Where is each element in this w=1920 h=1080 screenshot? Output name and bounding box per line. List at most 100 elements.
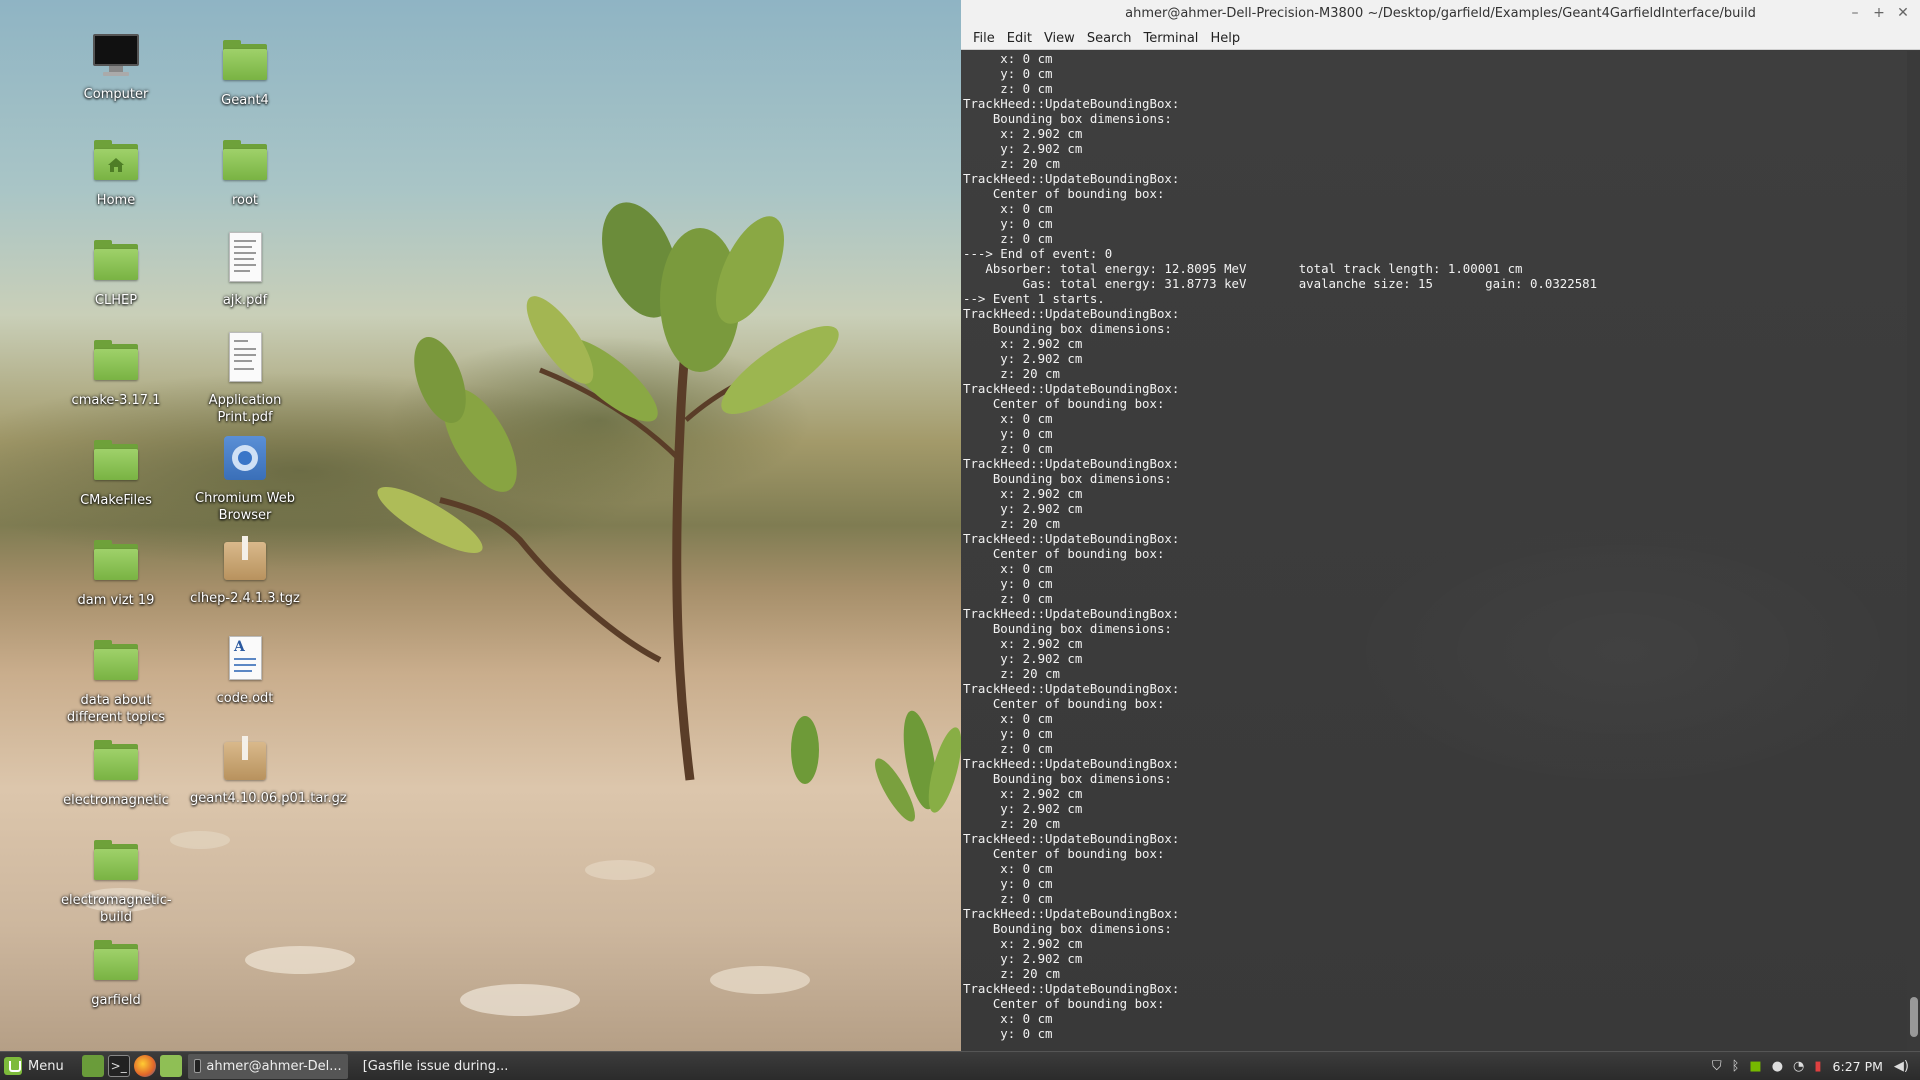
computer-icon [91, 32, 141, 78]
mint-logo-icon [4, 1057, 22, 1075]
desktop-icon-root[interactable]: root [185, 138, 305, 209]
terminal-line: --> Event 1 starts. [963, 291, 1105, 306]
desktop-icon-cmake[interactable]: cmake-3.17.1 [56, 338, 176, 409]
task-label: [Gasfile issue during... [362, 1058, 509, 1074]
terminal-line: z: 0 cm [963, 81, 1053, 96]
close-button[interactable]: ✕ [1892, 0, 1914, 28]
terminal-line: y: 2.902 cm [963, 951, 1083, 966]
menu-view[interactable]: View [1038, 28, 1081, 50]
terminal-menubar: File Edit View Search Terminal Help [961, 28, 1920, 50]
terminal-line: z: 0 cm [963, 741, 1053, 756]
desktop-icon-geant4-tar[interactable]: geant4.10.06.p01.tar.gz [185, 736, 347, 807]
user-icon[interactable]: ● [1772, 1059, 1783, 1074]
terminal-line: Gas: total energy: 31.8773 keV avalanche… [963, 276, 1598, 291]
desktop-icon-label: Geant4 [221, 93, 269, 108]
bluetooth-icon[interactable]: ᛒ [1732, 1059, 1740, 1074]
menu-search[interactable]: Search [1081, 28, 1138, 50]
terminal-line: x: 2.902 cm [963, 336, 1083, 351]
show-desktop-icon[interactable] [81, 1055, 104, 1077]
folder-icon [91, 738, 141, 784]
menu-file[interactable]: File [967, 28, 1001, 50]
shield-icon[interactable]: ⛉ [1712, 1059, 1722, 1074]
desktop-icon-code-odt[interactable]: A code.odt [185, 636, 305, 707]
desktop-icon-data-about[interactable]: data about different topics [56, 638, 176, 726]
terminal-scrollbar[interactable] [1907, 51, 1920, 1051]
terminal-line: y: 2.902 cm [963, 501, 1083, 516]
terminal-line: y: 0 cm [963, 216, 1053, 231]
desktop-icon-dam-vizt[interactable]: dam vizt 19 [56, 538, 176, 609]
terminal-line: y: 0 cm [963, 876, 1053, 891]
desktop-icon-label: Computer [83, 87, 149, 102]
terminal-line: x: 0 cm [963, 1011, 1053, 1026]
folder-icon [220, 38, 270, 84]
nvidia-icon[interactable]: ■ [1749, 1059, 1761, 1074]
window-titlebar[interactable]: ahmer@ahmer-Dell-Precision-M3800 ~/Deskt… [961, 0, 1920, 28]
maximize-button[interactable]: + [1868, 0, 1890, 28]
minimize-button[interactable]: – [1844, 0, 1866, 28]
archive-icon [220, 536, 270, 582]
terminal-line: x: 0 cm [963, 711, 1053, 726]
terminal-line: TrackHeed::UpdateBoundingBox: [963, 381, 1180, 396]
menu-help[interactable]: Help [1204, 28, 1246, 50]
wifi-icon[interactable]: ◔ [1793, 1059, 1804, 1074]
terminal-line: x: 2.902 cm [963, 786, 1083, 801]
desktop-icon-application-print[interactable]: Application Print.pdf [185, 332, 305, 426]
menu-edit[interactable]: Edit [1001, 28, 1038, 50]
terminal-line: y: 2.902 cm [963, 651, 1083, 666]
desktop-icon-computer[interactable]: Computer [56, 32, 176, 103]
terminal-line: y: 2.902 cm [963, 801, 1083, 816]
volume-icon[interactable]: ◀) [1894, 1059, 1909, 1074]
terminal-line: TrackHeed::UpdateBoundingBox: [963, 96, 1180, 111]
desktop-icon-clhep[interactable]: CLHEP [56, 238, 176, 309]
terminal-line: Center of bounding box: [963, 186, 1165, 201]
terminal-line: x: 2.902 cm [963, 486, 1083, 501]
desktop-icon-label: Home [96, 193, 136, 208]
terminal-line: Center of bounding box: [963, 846, 1165, 861]
pdf-document-icon [220, 332, 270, 384]
desktop-icon-label: garfield [91, 993, 141, 1008]
terminal-line: z: 20 cm [963, 156, 1060, 171]
terminal-line: TrackHeed::UpdateBoundingBox: [963, 906, 1180, 921]
clock[interactable]: 6:27 PM [1833, 1059, 1883, 1074]
battery-icon[interactable]: ▮ [1814, 1059, 1821, 1074]
firefox-launcher-icon[interactable] [133, 1055, 156, 1077]
desktop-icon-home[interactable]: Home [56, 138, 176, 209]
terminal-line: x: 2.902 cm [963, 936, 1083, 951]
desktop-icon-ajk-pdf[interactable]: ajk.pdf [185, 232, 305, 309]
desktop-icon-label: clhep-2.4.1.3.tgz [190, 591, 300, 606]
desktop-icon-chromium[interactable]: Chromium Web Browser [185, 436, 305, 524]
start-menu-button[interactable]: Menu [0, 1052, 72, 1080]
terminal-line: Bounding box dimensions: [963, 921, 1172, 936]
desktop-icon-label: geant4.10.06.p01.tar.gz [190, 791, 347, 806]
terminal-line: y: 0 cm [963, 576, 1053, 591]
desktop-icon-label: electromagnetic [63, 793, 169, 808]
terminal-line: Bounding box dimensions: [963, 771, 1172, 786]
terminal-line: Bounding box dimensions: [963, 111, 1172, 126]
folder-icon [91, 638, 141, 684]
folder-icon [91, 838, 141, 884]
terminal-line: x: 0 cm [963, 411, 1053, 426]
terminal-launcher-icon[interactable]: >_ [107, 1055, 130, 1077]
terminal-output[interactable]: x: 0 cm y: 0 cm z: 0 cm TrackHeed::Update… [961, 51, 1907, 1051]
desktop-icon-geant4[interactable]: Geant4 [185, 38, 305, 109]
task-terminal[interactable]: ahmer@ahmer-Del... [187, 1053, 348, 1079]
desktop-icon-label: data about different topics [66, 693, 166, 725]
desktop-icon-electromagnetic[interactable]: electromagnetic [56, 738, 176, 809]
terminal-window[interactable]: ahmer@ahmer-Dell-Precision-M3800 ~/Deskt… [961, 0, 1920, 1051]
files-launcher-icon[interactable] [159, 1055, 182, 1077]
terminal-line: Bounding box dimensions: [963, 621, 1172, 636]
desktop-icon-electromagnetic-build[interactable]: electromagnetic-build [56, 838, 176, 926]
terminal-line: Bounding box dimensions: [963, 321, 1172, 336]
terminal-line: Center of bounding box: [963, 996, 1165, 1011]
terminal-line: z: 20 cm [963, 966, 1060, 981]
desktop-icon-clhep-tgz[interactable]: clhep-2.4.1.3.tgz [185, 536, 305, 607]
menu-terminal[interactable]: Terminal [1137, 28, 1204, 50]
desktop-icon-garfield[interactable]: garfield [56, 938, 176, 1009]
terminal-line: Center of bounding box: [963, 546, 1165, 561]
scrollbar-thumb[interactable] [1910, 997, 1918, 1037]
terminal-line: y: 2.902 cm [963, 351, 1083, 366]
task-chromium[interactable]: [Gasfile issue during... [352, 1054, 512, 1079]
text-document-icon: A [220, 636, 270, 682]
desktop-icon-label: CMakeFiles [80, 493, 152, 508]
desktop-icon-cmakefiles[interactable]: CMakeFiles [56, 438, 176, 509]
